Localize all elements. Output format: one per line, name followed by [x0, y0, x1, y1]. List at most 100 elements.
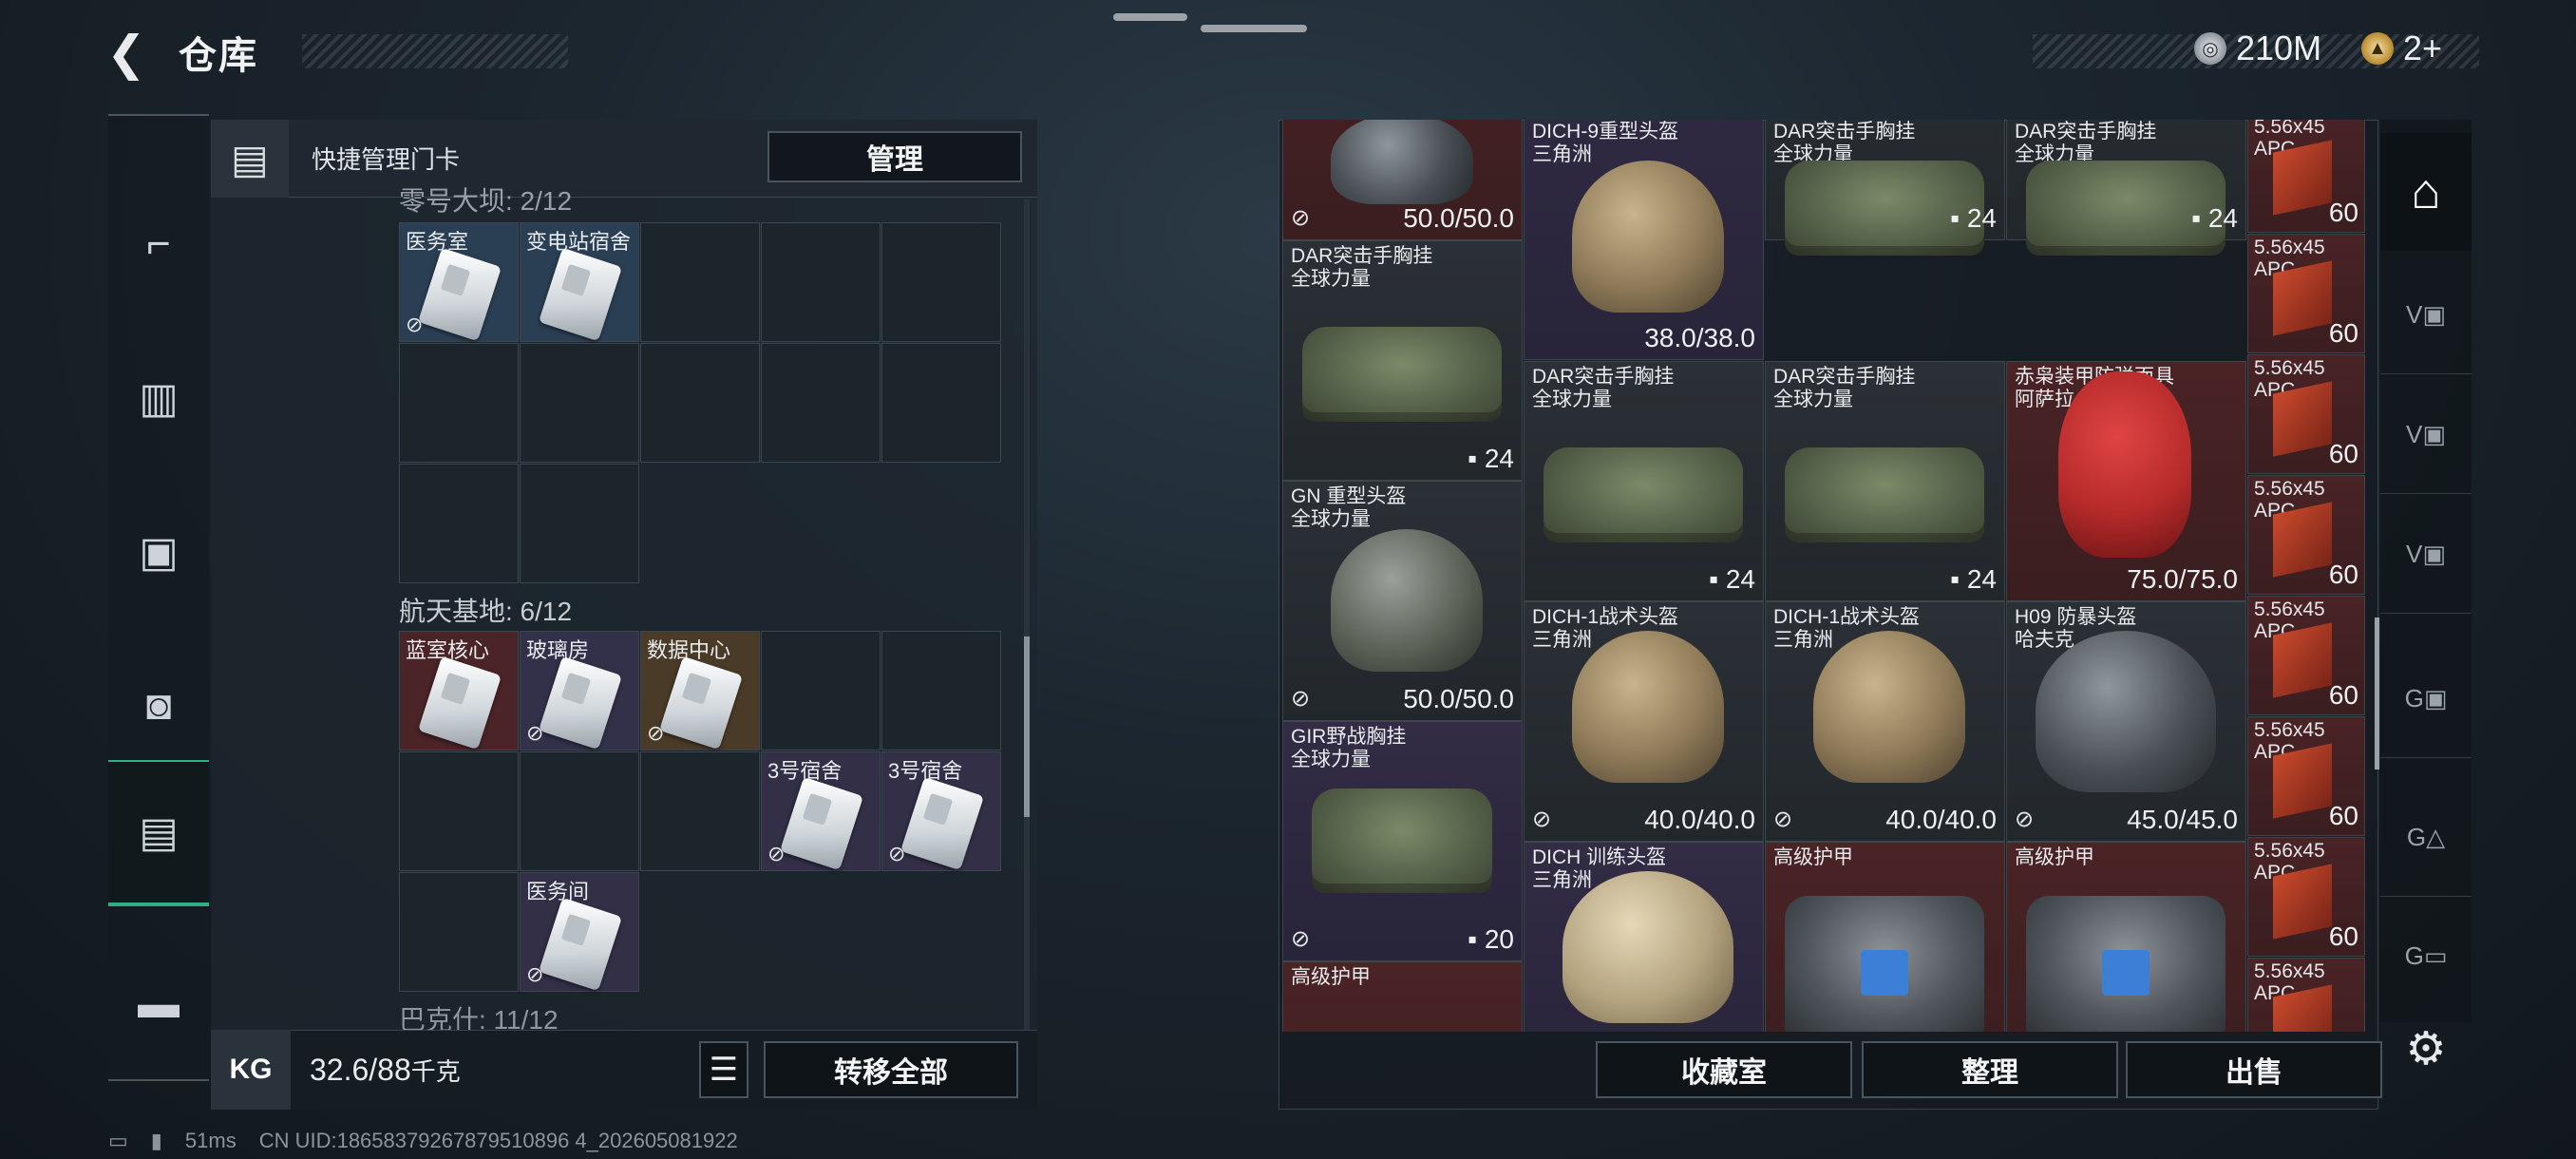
ammo-slot[interactable]: 5.56x45APC60: [2247, 475, 2365, 595]
keycard-icon: ▤: [139, 808, 179, 856]
ammo-slot[interactable]: 5.56x45APC60: [2247, 958, 2365, 1032]
empty-slot[interactable]: [399, 872, 519, 992]
item-slot[interactable]: H09 防暴头盔 哈夫克 ⊘ 45.0/45.0: [2006, 601, 2246, 842]
tab-storage-g1[interactable]: G▣: [2380, 640, 2472, 758]
manage-button[interactable]: 管理: [767, 131, 1022, 182]
ammo-slot[interactable]: 5.56x45APC60: [2247, 596, 2365, 715]
empty-slot[interactable]: [520, 343, 639, 463]
ammo-slot[interactable]: 5.56x45APC60: [2247, 354, 2365, 474]
back-button[interactable]: ❮: [106, 28, 152, 78]
weight-readout: 32.6/88千克: [310, 1053, 461, 1088]
item-slot[interactable]: DAR突击手胸挂 全球力量 ▪ 24: [2006, 120, 2246, 256]
ammo-slot[interactable]: 5.56x45APC60: [2247, 120, 2365, 233]
keycard-slot[interactable]: 3号宿舍 ⊘: [881, 751, 1001, 871]
tab-storage-v3[interactable]: V▣: [2380, 496, 2472, 614]
nav-weapons[interactable]: ⌐: [108, 173, 209, 315]
item-slot[interactable]: GN 重型头盔 全球力量 ⊘ 50.0/50.0: [1282, 481, 1523, 721]
keycard-slot[interactable]: 医务室 ⊘: [399, 222, 519, 342]
item-slot[interactable]: DICH-9重型头盔 三角洲 38.0/38.0: [1524, 120, 1764, 360]
collection-room-button[interactable]: 收藏室: [1596, 1041, 1852, 1098]
helmet-image: [1572, 161, 1724, 313]
nav-keycards[interactable]: ▤: [108, 760, 209, 906]
list-view-button[interactable]: ☰: [699, 1041, 748, 1098]
empty-slot[interactable]: [761, 343, 881, 463]
empty-slot[interactable]: [520, 751, 639, 871]
item-slot[interactable]: 高级护甲: [1282, 961, 1523, 1032]
item-durability: 75.0/75.0: [2127, 564, 2238, 594]
nav-backpack[interactable]: ▣: [108, 481, 209, 623]
unlinked-icon: ⊘: [1291, 686, 1311, 712]
battery-icon: ▭: [108, 1129, 128, 1152]
warehouse-scrollbar-thumb[interactable]: [2375, 618, 2379, 770]
transfer-all-button[interactable]: 转移全部: [764, 1041, 1018, 1098]
item-slot[interactable]: DAR突击手胸挂 全球力量 ▪ 24: [1282, 240, 1523, 481]
sell-button[interactable]: 出售: [2126, 1041, 2382, 1098]
tab-storage-v2[interactable]: V▣: [2380, 376, 2472, 494]
empty-slot[interactable]: [399, 751, 519, 871]
helmet-image: [1572, 631, 1724, 783]
item-slot[interactable]: 高级护甲: [2006, 842, 2246, 1032]
ammo-box-image: [2273, 381, 2332, 457]
empty-slot[interactable]: [640, 751, 760, 871]
empty-slot[interactable]: [399, 464, 519, 583]
item-slot[interactable]: 赤枭装甲防弹面具 阿萨拉 75.0/75.0: [2006, 361, 2246, 601]
unlinked-icon: ⊘: [526, 721, 544, 745]
ammo-slot[interactable]: 5.56x45APC60: [2247, 716, 2365, 836]
nav-armor[interactable]: ▥: [108, 327, 209, 469]
item-slot[interactable]: DAR突击手胸挂 全球力量 ▪ 24: [1765, 120, 2005, 256]
tab-storage-main[interactable]: ⌂: [2380, 133, 2472, 251]
empty-slot[interactable]: [881, 631, 1001, 750]
nav-bag[interactable]: ◙: [108, 635, 209, 777]
keycard-slot[interactable]: 玻璃房 ⊘: [520, 631, 639, 750]
nav-toolbox[interactable]: ▬: [108, 933, 209, 1075]
ammo-slot[interactable]: 5.56x45APC60: [2247, 837, 2365, 957]
unlinked-icon: ⊘: [1291, 926, 1311, 952]
item-name: DAR突击手胸挂 全球力量: [1773, 121, 1916, 165]
empty-slot[interactable]: [399, 343, 519, 463]
settings-button[interactable]: ⚙: [2399, 1022, 2453, 1075]
helmet-image: [1813, 631, 1965, 783]
armor-icon: ▥: [139, 374, 179, 422]
item-slot[interactable]: DICH 训练头盔 三角洲: [1524, 842, 1764, 1032]
unlinked-icon: ⊘: [1773, 807, 1793, 832]
keycard-image: [900, 776, 985, 871]
item-slot[interactable]: GIR野战胸挂 全球力量 ⊘ ▪ 20: [1282, 721, 1523, 961]
item-slot[interactable]: 高级护甲: [1765, 842, 2005, 1032]
tab-storage-g3[interactable]: G▭: [2380, 897, 2472, 1015]
sort-button[interactable]: 整理: [1862, 1041, 2118, 1098]
keycard-image: [538, 247, 623, 342]
empty-slot[interactable]: [640, 222, 760, 342]
ammo-box-image: [2273, 622, 2332, 698]
tab-storage-v1[interactable]: V▣: [2380, 256, 2472, 374]
empty-slot[interactable]: [761, 222, 881, 342]
item-slot[interactable]: DAR突击手胸挂 全球力量 ▪ 24: [1765, 361, 2005, 601]
item-slot[interactable]: ⊘ 50.0/50.0: [1282, 120, 1523, 240]
keycard-slot[interactable]: 医务间 ⊘: [520, 872, 639, 992]
keycard-slot[interactable]: 蓝室核心: [399, 631, 519, 750]
item-slot[interactable]: DICH-1战术头盔 三角洲 ⊘ 40.0/40.0: [1524, 601, 1764, 842]
item-slot[interactable]: DAR突击手胸挂 全球力量 ▪ 24: [1524, 361, 1764, 601]
tab-storage-g2[interactable]: G△: [2380, 779, 2472, 897]
keycard-slot[interactable]: 变电站宿舍: [520, 222, 639, 342]
item-capacity: ▪ 24: [1950, 564, 1997, 594]
keycard-scrollbar-thumb[interactable]: [1024, 636, 1030, 817]
storage-v2-icon: V▣: [2406, 420, 2446, 448]
currency-display-premium[interactable]: ▲ 2+: [2361, 28, 2442, 68]
empty-slot[interactable]: [881, 343, 1001, 463]
keycard-image: [538, 897, 623, 992]
item-name: DAR突击手胸挂 全球力量: [1291, 245, 1433, 290]
empty-slot[interactable]: [640, 343, 760, 463]
keycard-slot[interactable]: 数据中心 ⊘: [640, 631, 760, 750]
item-name: DAR突击手胸挂 全球力量: [1773, 366, 1916, 410]
empty-slot[interactable]: [520, 464, 639, 583]
keycard-slot[interactable]: 3号宿舍 ⊘: [761, 751, 881, 871]
empty-slot[interactable]: [881, 222, 1001, 342]
item-slot[interactable]: DICH-1战术头盔 三角洲 ⊘ 40.0/40.0: [1765, 601, 2005, 842]
keycard-image: [658, 656, 744, 750]
ammo-slot[interactable]: 5.56x45APC60: [2247, 234, 2365, 353]
signal-icon: ▮: [150, 1129, 162, 1152]
ammo-count: 60: [2328, 198, 2358, 227]
empty-slot[interactable]: [761, 631, 881, 750]
keycard-label: 变电站宿舍: [526, 230, 632, 254]
storage-v3-icon: V▣: [2406, 540, 2446, 568]
